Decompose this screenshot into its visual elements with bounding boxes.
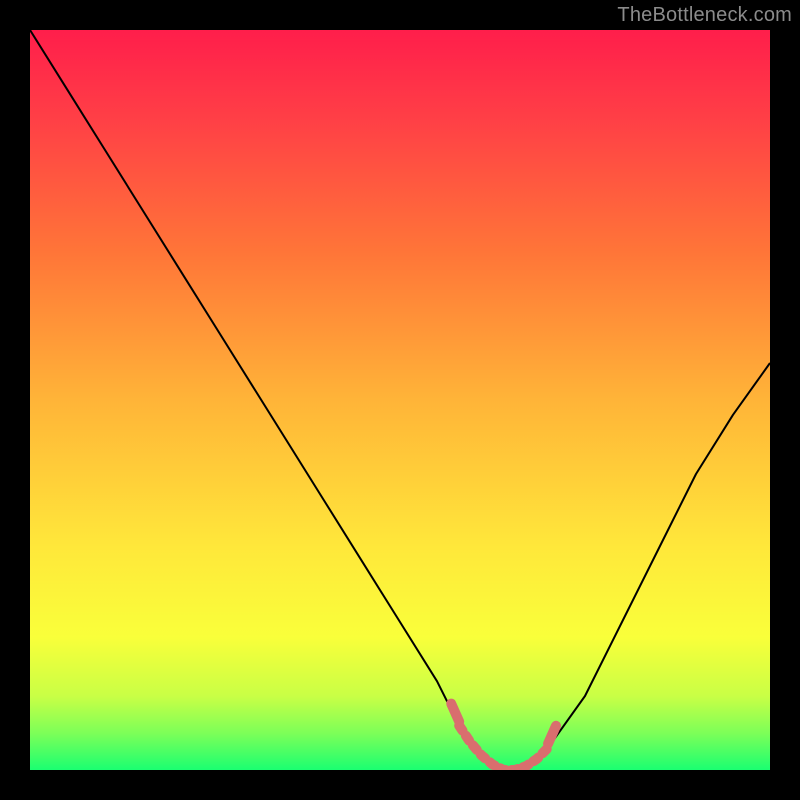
flat-region-marker	[459, 726, 548, 770]
bottleneck-curve	[30, 30, 770, 770]
watermark-text: TheBottleneck.com	[617, 4, 792, 27]
flat-region-end-tick	[548, 726, 556, 744]
chart-marker-group	[451, 704, 556, 770]
plot-area	[30, 30, 770, 770]
chart-frame: TheBottleneck.com	[0, 0, 800, 800]
chart-svg	[30, 30, 770, 770]
chart-line-group	[30, 30, 770, 770]
flat-region-end-tick	[451, 704, 459, 722]
